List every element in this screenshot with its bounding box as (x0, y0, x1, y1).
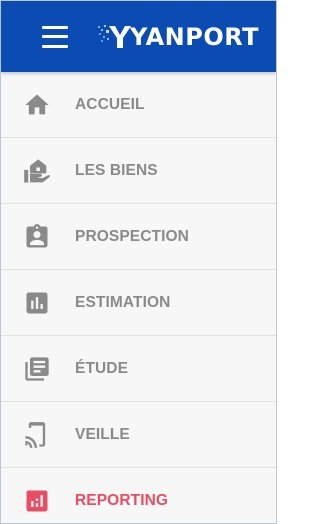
home-icon (23, 91, 51, 119)
menu-item-accueil[interactable]: ACCUEIL (1, 72, 276, 138)
hamburger-icon[interactable] (42, 25, 70, 48)
bar-chart-icon (23, 289, 51, 317)
cast-icon (23, 421, 51, 449)
reporting-chart-icon (23, 487, 51, 515)
clipboard-person-icon (23, 223, 51, 251)
menu-item-veille[interactable]: VEILLE (1, 402, 276, 468)
app-logo[interactable]: YANPORT (98, 1, 259, 72)
menu-label: REPORTING (75, 491, 169, 509)
menu-item-reporting[interactable]: REPORTING (1, 468, 276, 523)
logo-mark-icon (98, 24, 131, 48)
navigation-drawer: YANPORT ACCUEIL LES BIENS PROSPECTION ES… (0, 0, 277, 524)
main-menu: ACCUEIL LES BIENS PROSPECTION ESTIMATION… (1, 72, 276, 523)
menu-label: ÉTUDE (75, 359, 129, 377)
menu-item-estimation[interactable]: ESTIMATION (1, 270, 276, 336)
menu-label: ACCUEIL (75, 95, 145, 113)
menu-label: ESTIMATION (75, 293, 171, 311)
house-hand-icon (23, 157, 51, 185)
app-header: YANPORT (1, 1, 276, 72)
menu-item-etude[interactable]: ÉTUDE (1, 336, 276, 402)
menu-item-les-biens[interactable]: LES BIENS (1, 138, 276, 204)
menu-label: LES BIENS (75, 161, 158, 179)
library-books-icon (23, 355, 51, 383)
menu-label: PROSPECTION (75, 227, 189, 245)
logo-text: YANPORT (130, 22, 260, 51)
menu-label: VEILLE (75, 425, 130, 443)
menu-item-prospection[interactable]: PROSPECTION (1, 204, 276, 270)
